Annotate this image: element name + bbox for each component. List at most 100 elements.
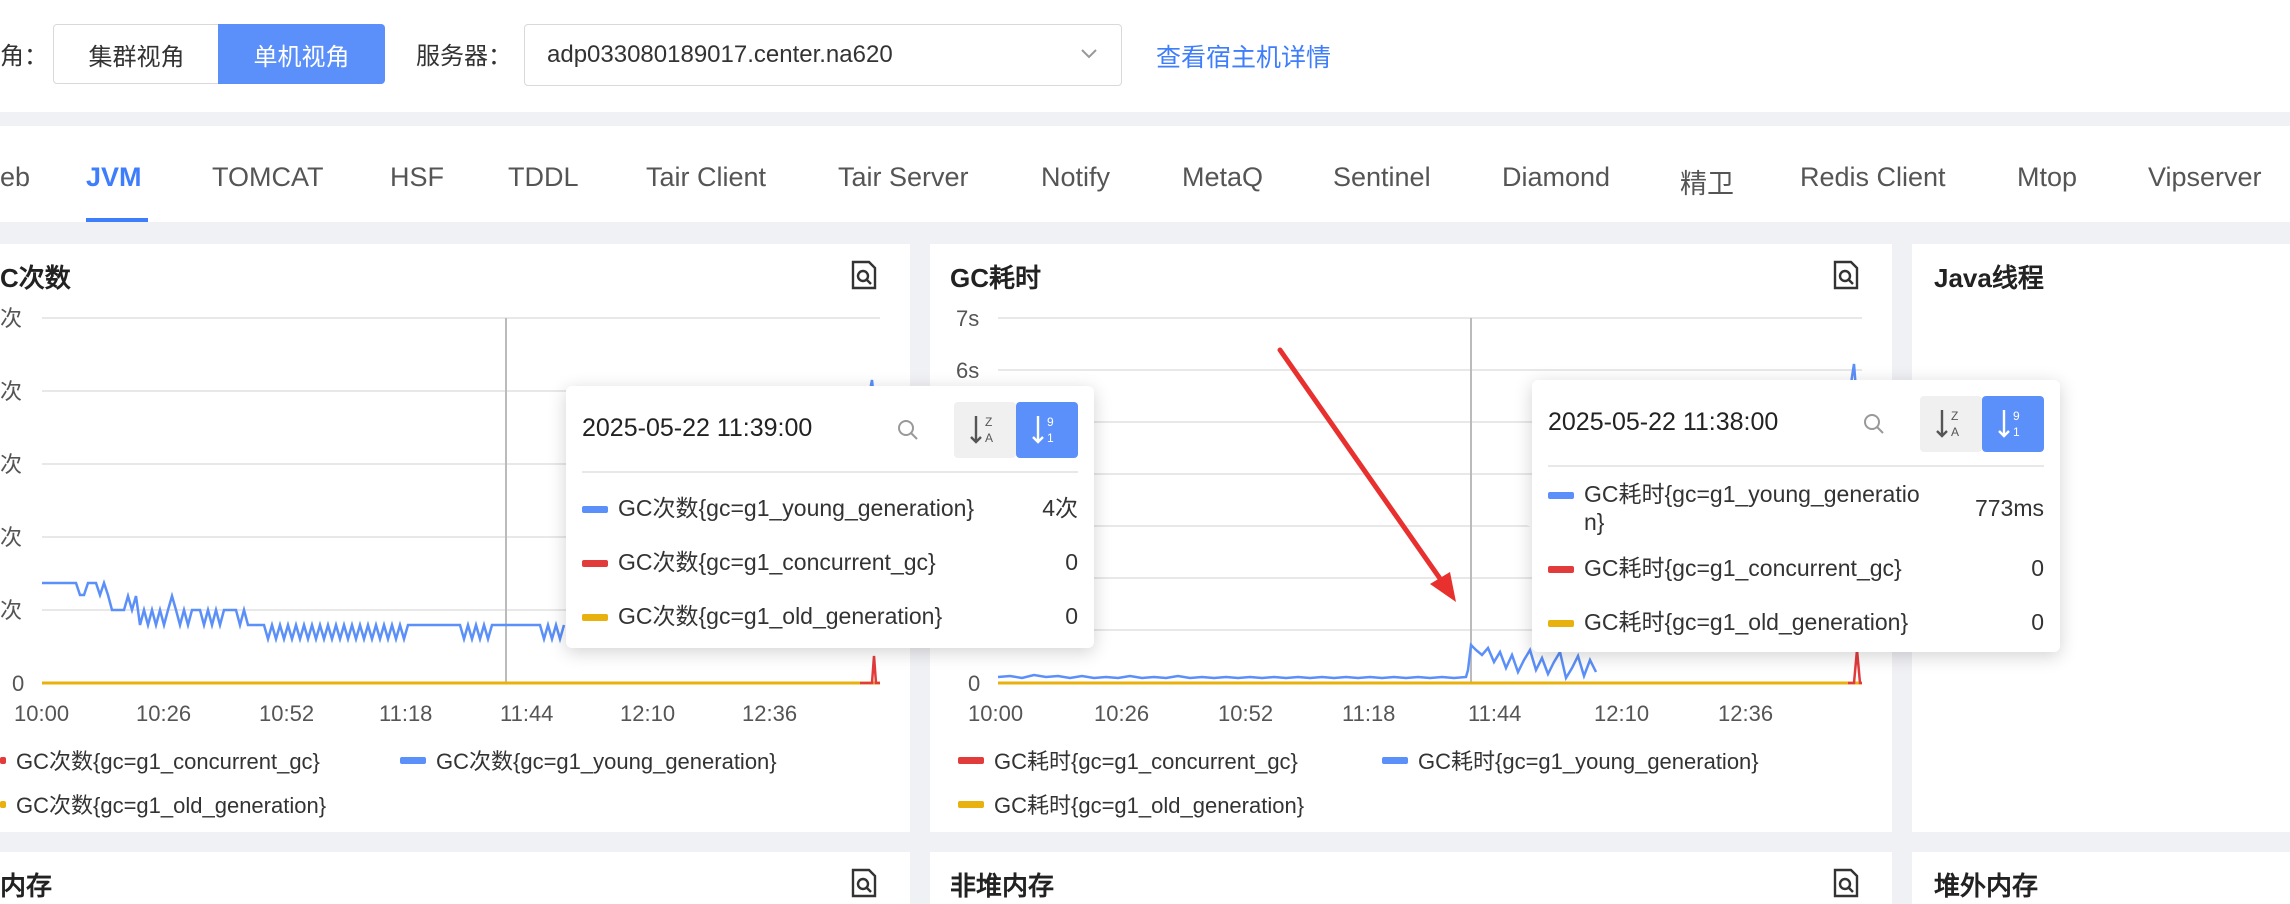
svg-text:1: 1 bbox=[1047, 431, 1054, 445]
tab-metaq[interactable]: MetaQ bbox=[1182, 162, 1263, 193]
tooltip-row: GC耗时{gc=g1_old_generation} 0 bbox=[1548, 608, 2044, 636]
y-tick: 次 bbox=[0, 452, 22, 477]
tab-sentinel[interactable]: Sentinel bbox=[1333, 162, 1431, 193]
server-select-value: adp033080189017.center.na620 bbox=[547, 41, 893, 68]
tooltip-swatch bbox=[1548, 492, 1574, 499]
tooltip-row: GC次数{gc=g1_old_generation} 0 bbox=[582, 602, 1078, 630]
legend-label: GC次数{gc=g1_old_generation} bbox=[16, 793, 327, 818]
tab-tair-server[interactable]: Tair Server bbox=[838, 162, 969, 193]
tab-jvm[interactable]: JVM bbox=[86, 162, 142, 193]
tab-tair-client[interactable]: Tair Client bbox=[646, 162, 766, 193]
x-tick: 10:26 bbox=[1094, 701, 1149, 726]
annotation-arrow bbox=[1277, 347, 1456, 602]
sort-numeric-icon: 91 bbox=[1998, 409, 2020, 439]
tooltip-row: GC耗时{gc=g1_concurrent_gc} 0 bbox=[1548, 554, 2044, 582]
tooltip-pointer bbox=[1498, 488, 1532, 528]
series-line-concurrent bbox=[860, 655, 880, 685]
legend-label: GC次数{gc=g1_concurrent_gc} bbox=[16, 749, 320, 774]
svg-text:Z: Z bbox=[1951, 409, 1958, 423]
filter-bar: 角： 集群视角 单机视角 服务器： adp033080189017.center… bbox=[0, 0, 2290, 112]
tab-hsf[interactable]: HSF bbox=[390, 162, 444, 193]
x-tick: 10:52 bbox=[1218, 701, 1273, 726]
tooltip-swatch bbox=[1548, 566, 1574, 573]
legend-item[interactable]: GC次数{gc=g1_young_generation} bbox=[400, 744, 777, 776]
svg-text:Z: Z bbox=[985, 415, 992, 429]
y-tick: 7s bbox=[956, 306, 979, 331]
svg-text:A: A bbox=[985, 431, 993, 445]
tab-diamond[interactable]: Diamond bbox=[1502, 162, 1610, 193]
tooltip-value: 0 bbox=[1065, 603, 1078, 629]
gc-time-title: GC耗时 bbox=[950, 263, 1042, 293]
svg-text:1: 1 bbox=[2013, 425, 2020, 439]
y-tick: 0 bbox=[968, 671, 980, 696]
x-tick: 10:00 bbox=[968, 701, 1023, 726]
heap-memory-panel bbox=[0, 852, 910, 904]
legend-swatch bbox=[958, 800, 984, 808]
x-tick: 11:44 bbox=[500, 701, 553, 726]
tab-redis-client[interactable]: Redis Client bbox=[1800, 162, 1946, 193]
server-select[interactable]: adp033080189017.center.na620 bbox=[524, 24, 1122, 86]
divider bbox=[1548, 465, 2044, 467]
x-tick: 12:36 bbox=[1718, 701, 1773, 726]
tooltip-swatch bbox=[582, 560, 608, 567]
doc-search-icon[interactable] bbox=[850, 260, 878, 290]
legend-label: GC耗时{gc=g1_concurrent_gc} bbox=[994, 749, 1298, 774]
tooltip-value: 4次 bbox=[1042, 495, 1078, 521]
divider bbox=[582, 471, 1078, 473]
tooltip-series-name: GC次数{gc=g1_old_generation} bbox=[618, 603, 943, 629]
chevron-down-icon bbox=[1081, 49, 1097, 59]
server-label: 服务器： bbox=[416, 43, 512, 70]
search-icon[interactable] bbox=[1862, 412, 1886, 436]
tab-jingwei[interactable]: 精卫 bbox=[1680, 162, 1734, 201]
x-tick: 12:10 bbox=[620, 701, 675, 726]
offheap-memory-title: 堆外内存 bbox=[1934, 871, 2039, 901]
sort-alpha-button[interactable]: ZA bbox=[1920, 396, 1982, 452]
tooltip-value: 0 bbox=[1065, 549, 1078, 575]
legend-swatch bbox=[0, 756, 6, 764]
cluster-view-button[interactable]: 集群视角 bbox=[53, 24, 220, 84]
nonheap-memory-title: 非堆内存 bbox=[950, 871, 1055, 901]
y-tick: 0 bbox=[12, 671, 24, 696]
x-tick: 10:00 bbox=[14, 701, 69, 726]
tooltip-swatch bbox=[1548, 620, 1574, 627]
tab-web[interactable]: eb bbox=[0, 162, 30, 193]
sort-alpha-button[interactable]: ZA bbox=[954, 402, 1016, 458]
single-view-button[interactable]: 单机视角 bbox=[218, 24, 385, 84]
y-tick: 次 bbox=[0, 525, 22, 550]
tooltip-value: 0 bbox=[2031, 555, 2044, 581]
legend-item[interactable]: GC次数{gc=g1_concurrent_gc} bbox=[0, 744, 320, 776]
tooltip-row: GC次数{gc=g1_concurrent_gc} 0 bbox=[582, 548, 1078, 576]
legend-item[interactable]: GC次数{gc=g1_old_generation} bbox=[0, 788, 326, 820]
y-tick: 次 bbox=[0, 598, 22, 623]
tab-mtop[interactable]: Mtop bbox=[2017, 162, 2077, 193]
legend-item[interactable]: GC耗时{gc=g1_concurrent_gc} bbox=[958, 744, 1298, 776]
doc-search-icon[interactable] bbox=[1832, 868, 1860, 898]
tooltip-series-name: GC耗时{gc=g1_young_generatio n} bbox=[1584, 481, 1920, 535]
nonheap-memory-panel bbox=[930, 852, 1892, 904]
tab-notify[interactable]: Notify bbox=[1041, 162, 1110, 193]
host-details-link[interactable]: 查看宿主机详情 bbox=[1156, 38, 1331, 74]
tab-tomcat[interactable]: TOMCAT bbox=[212, 162, 324, 193]
gc-count-tooltip: 2025-05-22 11:39:00 ZA 91 GC次数{gc=g1_you… bbox=[566, 386, 1094, 648]
search-icon[interactable] bbox=[896, 418, 920, 442]
legend-swatch bbox=[958, 756, 984, 764]
sort-alpha-icon: ZA bbox=[970, 415, 993, 445]
doc-search-icon[interactable] bbox=[850, 868, 878, 898]
legend-item[interactable]: GC耗时{gc=g1_young_generation} bbox=[1382, 744, 1759, 776]
doc-search-icon[interactable] bbox=[1832, 260, 1860, 290]
view-mode-label: 角： bbox=[0, 43, 48, 70]
legend-label: GC耗时{gc=g1_young_generation} bbox=[1418, 749, 1759, 774]
x-tick: 11:18 bbox=[1342, 701, 1395, 726]
sort-numeric-button[interactable]: 91 bbox=[1016, 402, 1078, 458]
legend-swatch bbox=[0, 800, 6, 808]
tab-vipserver[interactable]: Vipserver bbox=[2148, 162, 2262, 193]
y-tick: 6s bbox=[956, 358, 979, 383]
svg-text:A: A bbox=[1951, 425, 1959, 439]
active-tab-indicator bbox=[86, 218, 148, 222]
sort-numeric-button[interactable]: 91 bbox=[1982, 396, 2044, 452]
legend-item[interactable]: GC耗时{gc=g1_old_generation} bbox=[958, 788, 1304, 820]
x-tick: 12:36 bbox=[742, 701, 797, 726]
tooltip-time: 2025-05-22 11:39:00 bbox=[582, 414, 813, 442]
tab-tddl[interactable]: TDDL bbox=[508, 162, 579, 193]
tooltip-row: GC次数{gc=g1_young_generation} 4次 bbox=[582, 494, 1078, 522]
